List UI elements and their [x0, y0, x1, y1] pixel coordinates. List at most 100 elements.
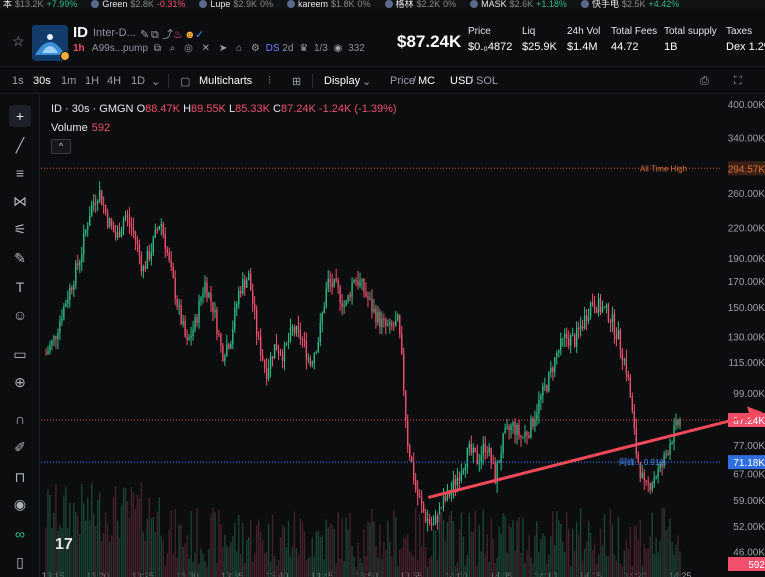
- volume-bar: [516, 521, 518, 577]
- interval-30s[interactable]: 30s: [33, 75, 51, 87]
- ds-badge[interactable]: DS: [266, 43, 280, 54]
- volume-bar: [546, 563, 548, 577]
- candle-body: [538, 399, 540, 414]
- emoji-icon[interactable]: ☺: [9, 304, 31, 326]
- divider: [168, 74, 169, 88]
- settings-icon[interactable]: ⚙: [251, 43, 260, 54]
- candle-body: [649, 483, 651, 490]
- multicharts-button[interactable]: Multicharts: [199, 75, 252, 87]
- ticker-item[interactable]: 格林 $2.2K 0%: [384, 0, 456, 9]
- ticker-item[interactable]: kareem $1.8K 0%: [286, 0, 371, 9]
- candle-body: [156, 229, 158, 231]
- candle-body: [182, 321, 184, 325]
- chevron-down-icon[interactable]: ⌄: [151, 75, 160, 88]
- telegram-icon[interactable]: ➤: [219, 43, 227, 54]
- chart-canvas[interactable]: 400.00K340.00K290.00K260.00K220.00K190.0…: [41, 95, 765, 577]
- brush-icon[interactable]: ✎: [9, 247, 31, 269]
- star-icon[interactable]: ☆: [12, 33, 25, 50]
- candle-body: [373, 308, 375, 312]
- globe-icon[interactable]: ◎: [184, 43, 193, 54]
- pencil-lock-icon[interactable]: ✐: [9, 436, 31, 458]
- candle-body: [484, 443, 486, 452]
- multicharts-icon[interactable]: ▢: [180, 75, 190, 88]
- x-tick-label: 14:00: [445, 571, 468, 577]
- candle-body: [629, 377, 632, 398]
- ticker-item[interactable]: 快手电 $2.5K +4.42%: [580, 0, 679, 9]
- volume-bar: [407, 534, 409, 577]
- link-icon[interactable]: ∞: [9, 523, 31, 545]
- candle-body: [411, 457, 413, 463]
- candle-body: [285, 342, 288, 345]
- candle-body: [126, 215, 129, 217]
- ratio-label: 1/3: [313, 43, 328, 54]
- copy-icon[interactable]: ⧉: [151, 29, 162, 42]
- interval-1m[interactable]: 1m: [61, 75, 76, 87]
- candle-body: [188, 337, 190, 340]
- x-tick-label: 13:25: [131, 571, 154, 577]
- price-chart[interactable]: 400.00K340.00K290.00K260.00K220.00K190.0…: [41, 95, 765, 577]
- text-icon[interactable]: T: [9, 276, 31, 298]
- tradingview-logo[interactable]: 17: [55, 536, 73, 554]
- volume-bar: [401, 547, 403, 577]
- candle-body: [603, 307, 606, 309]
- candle-body: [71, 287, 73, 290]
- layout-icon[interactable]: ⊞: [292, 75, 301, 88]
- candle-body: [208, 292, 210, 298]
- horizontal-lines-icon[interactable]: ≡: [9, 162, 31, 184]
- volume-bar: [442, 519, 445, 577]
- volume-bar: [434, 530, 437, 577]
- volume-bar: [510, 527, 512, 577]
- search-icon[interactable]: ⌕: [170, 43, 176, 54]
- address-label[interactable]: A99s...pump: [92, 43, 148, 54]
- ticker-item[interactable]: Lupe $2.9K 0%: [199, 0, 273, 9]
- sol-toggle[interactable]: SOL: [476, 75, 498, 87]
- volume-bar: [653, 553, 655, 577]
- volume-bar: [212, 507, 214, 577]
- y-tick-label: 115.00K: [728, 358, 765, 369]
- interval-1s[interactable]: 1s: [12, 75, 24, 87]
- trash-icon[interactable]: ▯: [9, 551, 31, 573]
- ticker-item[interactable]: 本 $13.2K +7.99%: [0, 0, 77, 9]
- token-meta: 1h A99s...pump ⧉ ⌕ ◎ ✕ ➤ ⌂ ⚙ DS 2d ♛ 1/3…: [73, 43, 365, 54]
- edit-icon[interactable]: ✎: [140, 28, 151, 41]
- home-icon[interactable]: ⌂: [236, 43, 242, 54]
- crosshair-icon[interactable]: +: [9, 105, 31, 127]
- stat-taxes: TaxesDex 1.2%: [726, 26, 765, 53]
- price-toggle[interactable]: Price: [390, 75, 415, 87]
- fullscreen-icon[interactable]: ⛶: [734, 75, 742, 88]
- pattern-icon[interactable]: ⋈: [9, 190, 31, 212]
- volume-bar: [265, 552, 268, 577]
- interval-4H[interactable]: 4H: [107, 75, 121, 87]
- collapse-legend-button[interactable]: ^: [51, 139, 71, 154]
- volume-bar: [524, 562, 526, 577]
- candle-body: [532, 418, 534, 427]
- copy-address-icon[interactable]: ⧉: [154, 43, 161, 54]
- display-button[interactable]: Display: [324, 75, 360, 87]
- camera-icon[interactable]: ⎙: [700, 75, 709, 88]
- trend-line-icon[interactable]: ╱: [9, 134, 31, 156]
- indicators-icon[interactable]: ⫶: [268, 75, 271, 88]
- candle-body: [573, 335, 576, 347]
- magnet-icon[interactable]: ∩: [9, 408, 31, 430]
- twitter-icon[interactable]: ✕: [202, 43, 210, 54]
- zoom-in-icon[interactable]: ⊕: [9, 371, 31, 393]
- candle-body: [540, 395, 542, 400]
- fib-icon[interactable]: ⚟: [9, 218, 31, 240]
- share-icon[interactable]: ⤴: [162, 26, 173, 42]
- eye-icon[interactable]: ◉: [9, 493, 31, 515]
- group-icon: ☻: [184, 29, 199, 41]
- mc-toggle[interactable]: MC: [418, 75, 435, 87]
- chevron-down-icon[interactable]: ⌄: [362, 75, 371, 88]
- interval-1H[interactable]: 1H: [85, 75, 99, 87]
- volume-bar: [269, 561, 272, 577]
- candle-body: [407, 419, 409, 446]
- volume-bar: [428, 558, 431, 577]
- ticker-item[interactable]: MASK $2.6K +1.18%: [470, 0, 567, 9]
- ticker-item[interactable]: Green $2.8K -0.31%: [91, 0, 185, 9]
- ruler-icon[interactable]: ▭: [9, 343, 31, 365]
- candle-body: [134, 231, 137, 240]
- volume-bar: [639, 519, 641, 577]
- interval-1D[interactable]: 1D: [131, 75, 145, 87]
- volume-bar: [520, 552, 522, 577]
- lock-icon[interactable]: ⊓: [9, 466, 31, 488]
